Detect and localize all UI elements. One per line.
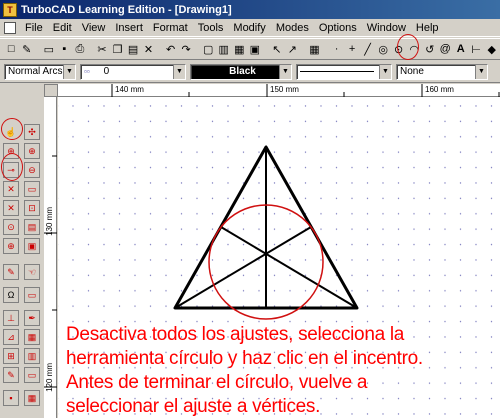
measure-icon[interactable]: ▭ xyxy=(24,367,40,383)
snap-center-icon[interactable]: ⊙ xyxy=(3,219,19,235)
snap-icon[interactable]: ◆ xyxy=(484,41,499,57)
edit-tool-icon[interactable]: ↗ xyxy=(285,41,300,57)
ruler-label: 130 mm xyxy=(45,207,54,236)
snap-x-icon[interactable]: ✕ xyxy=(3,181,19,197)
zoom-page-icon[interactable]: ▣ xyxy=(24,238,40,254)
highlight-circle xyxy=(1,118,23,140)
undo-icon[interactable]: ↶ xyxy=(163,41,178,57)
snap-draw-icon[interactable]: ✎ xyxy=(3,367,19,383)
new-icon[interactable]: □ xyxy=(4,41,19,57)
view-icon[interactable]: ▭ xyxy=(24,181,40,197)
layer-select[interactable]: ▫▫ 0 ▼ xyxy=(80,63,186,80)
snap-end-icon[interactable]: ▪ xyxy=(3,390,19,406)
properties-icon[interactable]: ▥ xyxy=(217,41,232,57)
target-icon[interactable]: ◎ xyxy=(376,41,391,57)
cross-icon[interactable]: + xyxy=(345,41,360,57)
ruler-label: 160 mm xyxy=(425,85,454,94)
ortho-icon[interactable]: ▦ xyxy=(24,329,40,345)
text-icon[interactable]: A xyxy=(453,41,468,57)
menu-file[interactable]: File xyxy=(20,22,48,34)
menu-help[interactable]: Help xyxy=(411,22,444,34)
app-window: T TurboCAD Learning Edition - [Drawing1]… xyxy=(0,0,500,418)
grid-toggle-icon[interactable]: ▦ xyxy=(24,390,40,406)
grid-icon[interactable]: ▦ xyxy=(232,41,247,57)
print-icon[interactable]: ⎙ xyxy=(73,41,88,57)
paste-icon[interactable]: ▤ xyxy=(126,41,141,57)
chevron-down-icon: ▼ xyxy=(475,64,487,79)
zoom-extent-icon[interactable]: ▤ xyxy=(24,219,40,235)
copy-icon[interactable]: ❐ xyxy=(110,41,125,57)
pointer-icon[interactable]: ↖ xyxy=(270,41,285,57)
curve-icon[interactable]: ↺ xyxy=(422,41,437,57)
chevron-down-icon: ▼ xyxy=(279,64,291,79)
snap-grid-icon[interactable]: ⊞ xyxy=(3,348,19,364)
ruler-label: 120 mm xyxy=(45,363,54,392)
menu-tools[interactable]: Tools xyxy=(193,22,229,34)
zoom-window-icon[interactable]: ⊡ xyxy=(24,200,40,216)
menu-edit[interactable]: Edit xyxy=(48,22,77,34)
pen-icon[interactable]: ✒ xyxy=(24,310,40,326)
arc-mode-select[interactable]: Normal Arcs ▼ xyxy=(4,63,76,80)
redo-icon[interactable]: ↷ xyxy=(179,41,194,57)
standard-toolbar: □ ✎ ▭ ▪ ⎙ ✂ ❐ ▤ ✕ ↶ ↷ ▢ ▥ ▦ ▣ ↖ ↗ ▦ · + … xyxy=(0,38,500,60)
turbocad-icon: T xyxy=(3,2,17,17)
horizontal-ruler: 140 mm 150 mm 160 mm xyxy=(58,84,500,97)
snap-intersect-icon[interactable]: ⊿ xyxy=(3,329,19,345)
fill-select[interactable]: None ▼ xyxy=(396,63,488,80)
layers-icon[interactable]: ▭ xyxy=(24,287,40,303)
instruction-line: Antes de terminar el círculo, vuelve a xyxy=(66,372,368,393)
property-toolbar: Normal Arcs ▼ ▫▫ 0 ▼ Black ▼ ▼ None ▼ xyxy=(0,61,500,83)
vertical-ruler: 130 mm 120 mm xyxy=(44,97,57,418)
zoom-in-icon[interactable]: ⊕ xyxy=(24,143,40,159)
open-icon[interactable]: ▭ xyxy=(42,41,57,57)
snap-arc-icon[interactable]: Ω xyxy=(3,287,19,303)
zoom-out-icon[interactable]: ⊖ xyxy=(24,162,40,178)
instruction-line: Desactiva todos los ajustes, selecciona … xyxy=(66,324,405,345)
ruler-label: 140 mm xyxy=(115,85,144,94)
menu-options[interactable]: Options xyxy=(314,22,362,34)
hand-icon[interactable]: ☜ xyxy=(24,264,40,280)
ruler-corner xyxy=(44,84,58,97)
move-icon[interactable]: ✣ xyxy=(24,124,40,140)
select-icon[interactable]: ▢ xyxy=(201,41,216,57)
instruction-line: herramienta círculo y haz clic en el inc… xyxy=(66,348,423,369)
new-wizard-icon[interactable]: ✎ xyxy=(20,41,35,57)
line-style-preview xyxy=(300,71,374,72)
menu-insert[interactable]: Insert xyxy=(110,22,148,34)
menu-format[interactable]: Format xyxy=(148,22,193,34)
highlight-circle xyxy=(397,34,419,60)
chevron-down-icon: ▼ xyxy=(379,64,391,79)
snap-tangent-icon[interactable]: ✎ xyxy=(3,264,19,280)
ruler-label: 150 mm xyxy=(270,85,299,94)
layer-icon: ▫▫ xyxy=(84,67,90,76)
instruction-text: Desactiva todos los ajustes, selecciona … xyxy=(66,323,500,418)
window-title: TurboCAD Learning Edition - [Drawing1] xyxy=(21,3,232,16)
menu-bar: File Edit View Insert Format Tools Modif… xyxy=(0,19,500,37)
title-bar: T TurboCAD Learning Edition - [Drawing1] xyxy=(0,0,500,19)
document-icon[interactable] xyxy=(4,21,16,34)
menu-window[interactable]: Window xyxy=(362,22,411,34)
menu-view[interactable]: View xyxy=(77,22,111,34)
line-style-select[interactable]: ▼ xyxy=(296,63,392,80)
chevron-down-icon: ▼ xyxy=(63,64,75,79)
highlight-circle xyxy=(1,153,23,181)
snap-quadrant-icon[interactable]: ⊕ xyxy=(3,238,19,254)
line-icon[interactable]: ╱ xyxy=(360,41,375,57)
dimension-icon[interactable]: ⊢ xyxy=(469,41,484,57)
snap-perpendicular-icon[interactable]: ⊥ xyxy=(3,310,19,326)
chevron-down-icon: ▼ xyxy=(173,64,185,79)
spiral-icon[interactable]: @ xyxy=(438,41,453,57)
menu-modes[interactable]: Modes xyxy=(271,22,314,34)
color-select[interactable]: Black ▼ xyxy=(190,63,292,80)
save-icon[interactable]: ▪ xyxy=(57,41,72,57)
delete-icon[interactable]: ✕ xyxy=(141,41,156,57)
point-icon[interactable]: · xyxy=(329,41,344,57)
fill-icon[interactable]: ▥ xyxy=(24,348,40,364)
menu-modify[interactable]: Modify xyxy=(228,22,270,34)
snap-middle-icon[interactable]: ✕ xyxy=(3,200,19,216)
instruction-line: seleccionar el ajuste a vértices. xyxy=(66,396,321,417)
redraw-icon[interactable]: ▣ xyxy=(248,41,263,57)
table-icon[interactable]: ▦ xyxy=(307,41,322,57)
cut-icon[interactable]: ✂ xyxy=(95,41,110,57)
